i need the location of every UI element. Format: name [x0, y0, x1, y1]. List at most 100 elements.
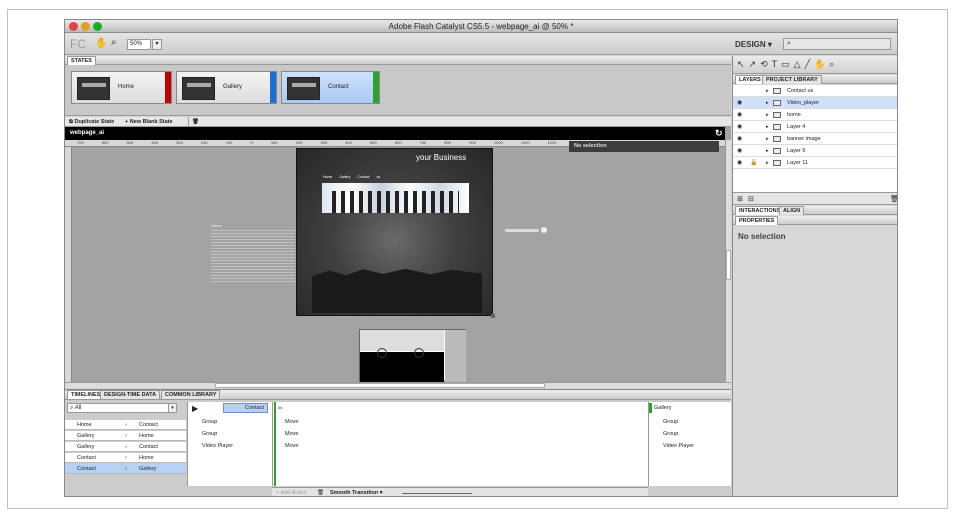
- new-sublayer-icon[interactable]: ⊟: [748, 195, 754, 203]
- add-action-button[interactable]: + Add Action: [276, 488, 307, 496]
- state-gallery[interactable]: Gallery: [176, 71, 277, 104]
- transform-tool-icon[interactable]: ⟲: [760, 59, 772, 69]
- hand-tool-icon[interactable]: ✋: [814, 59, 829, 69]
- timeline-track-area[interactable]: 0s Move Move Move: [272, 402, 648, 486]
- smooth-transition-button[interactable]: Smooth Transition ▾: [330, 488, 383, 496]
- tab-timelines[interactable]: TIMELINES: [67, 390, 105, 399]
- zoom-tool-icon[interactable]: ⌕: [111, 37, 117, 48]
- preview-sidebar: [445, 330, 466, 383]
- video-player-icon[interactable]: [541, 227, 547, 233]
- transition-row[interactable]: Gallery › Contact: [65, 442, 186, 452]
- trash-icon[interactable]: 🗑: [317, 488, 324, 496]
- tab-align[interactable]: ALIGN: [779, 206, 805, 215]
- refresh-icon[interactable]: ↻: [715, 127, 723, 140]
- transition-row[interactable]: Contact › Home: [65, 453, 186, 463]
- timeline-action[interactable]: Move: [285, 419, 298, 425]
- layer-row-selected[interactable]: ◉ ▸ Video_player: [733, 97, 897, 109]
- play-icon[interactable]: ▶: [192, 404, 198, 413]
- state-thumbnail: [77, 77, 110, 100]
- vertical-scrollbar[interactable]: [725, 140, 731, 382]
- eye-icon[interactable]: ◉: [737, 97, 742, 109]
- timeline-zoom-slider[interactable]: [402, 493, 472, 494]
- tab-states[interactable]: STATES: [67, 56, 96, 65]
- timeline-object[interactable]: Video Player: [202, 443, 233, 449]
- timeline-action[interactable]: Move: [285, 431, 298, 437]
- eye-icon[interactable]: ◉: [737, 109, 742, 121]
- state-preview-thumbnail: [359, 329, 466, 383]
- eye-icon[interactable]: ◉: [737, 145, 742, 157]
- playhead[interactable]: [274, 402, 276, 486]
- transition-row-selected[interactable]: Contact › Gallery: [65, 464, 186, 474]
- tab-interactions[interactable]: INTERACTIONS: [735, 206, 785, 215]
- search-icon: ⌕: [787, 40, 791, 47]
- webpage-artboard[interactable]: your Business Home Gallery Contact us: [296, 148, 495, 318]
- timeline-footer: + Add Action 🗑 Smooth Transition ▾: [272, 487, 648, 496]
- select-tool-icon[interactable]: ↖: [737, 59, 749, 69]
- trash-icon[interactable]: 🗑: [188, 117, 199, 127]
- folder-icon: [773, 112, 781, 118]
- document-tab: webpage_ai ↻: [65, 127, 725, 140]
- vertical-ruler: [65, 147, 72, 382]
- transition-row[interactable]: Gallery › Home: [65, 431, 186, 441]
- tab-project-library[interactable]: PROJECT LIBRARY: [762, 75, 822, 84]
- lock-icon[interactable]: 🔒: [750, 157, 757, 169]
- layer-row[interactable]: ◉ ▸ banner image: [733, 133, 897, 145]
- horizontal-scroll-thumb[interactable]: [215, 383, 545, 388]
- shape-tool-icon[interactable]: △: [794, 59, 805, 69]
- home-side-text: [211, 230, 295, 284]
- timeline-object[interactable]: Group: [663, 431, 678, 437]
- timeline-object[interactable]: Video Player: [663, 443, 694, 449]
- timeline-object[interactable]: Group: [202, 431, 217, 437]
- layer-row[interactable]: ◉ ▸ home: [733, 109, 897, 121]
- video-progress-bar[interactable]: [505, 229, 539, 232]
- timeline-action[interactable]: Move: [285, 443, 298, 449]
- transition-row[interactable]: Home › Contact: [65, 420, 186, 430]
- layer-name: Layer 9: [787, 148, 806, 154]
- timeline-object[interactable]: Group: [202, 419, 217, 425]
- trash-icon[interactable]: 🗑: [890, 195, 897, 203]
- layer-row[interactable]: ◉ ▸ Layer 9: [733, 145, 897, 157]
- zoom-level-input[interactable]: 50%: [127, 39, 151, 50]
- line-tool-icon[interactable]: ╱: [805, 59, 814, 69]
- new-blank-state-label: New Blank State: [129, 119, 173, 125]
- timeline-filter-input[interactable]: ⌕ All: [67, 403, 177, 413]
- target-state-label[interactable]: Gallery: [654, 405, 671, 411]
- folder-icon: [773, 136, 781, 142]
- tab-common-library[interactable]: COMMON LIBRARY: [161, 390, 221, 399]
- tab-layers[interactable]: LAYERS: [735, 75, 765, 84]
- workspace-switcher[interactable]: DESIGN ▾: [735, 40, 772, 49]
- search-input[interactable]: ⌕: [783, 38, 891, 50]
- horizontal-scrollbar[interactable]: [65, 382, 731, 388]
- zoom-tool-icon[interactable]: ⌕: [829, 59, 838, 69]
- timeline-object[interactable]: Group: [663, 419, 678, 425]
- rectangle-tool-icon[interactable]: ▭: [781, 59, 794, 69]
- banner-image[interactable]: [322, 183, 469, 213]
- layer-row[interactable]: ◉ ▸ Layer 4: [733, 121, 897, 133]
- layer-row[interactable]: ▸ Contact us: [733, 85, 897, 97]
- minimize-icon[interactable]: [81, 22, 90, 31]
- source-state-chip[interactable]: Contact: [223, 403, 268, 413]
- filter-dropdown-icon[interactable]: ▾: [168, 403, 177, 413]
- direct-select-tool-icon[interactable]: ↗: [749, 59, 761, 69]
- tab-properties[interactable]: PROPERTIES: [735, 216, 779, 225]
- new-layer-icon[interactable]: ⊞: [737, 195, 743, 203]
- eye-icon[interactable]: ◉: [737, 157, 742, 169]
- eye-icon[interactable]: ◉: [737, 121, 742, 133]
- hand-tool-icon[interactable]: ✋: [95, 38, 107, 49]
- zoom-dropdown-icon[interactable]: ▾: [152, 39, 162, 50]
- title-bar: Adobe Flash Catalyst CS5.5 - webpage_ai …: [65, 20, 897, 33]
- new-blank-state-button[interactable]: + New Blank State: [125, 117, 173, 127]
- duplicate-state-button[interactable]: ⧉ Duplicate State: [69, 117, 114, 127]
- state-home[interactable]: Home: [71, 71, 172, 104]
- tab-design-time-data[interactable]: DESIGN-TIME DATA: [100, 390, 161, 399]
- eye-icon[interactable]: ◉: [737, 133, 742, 145]
- text-tool-icon[interactable]: T: [772, 59, 782, 69]
- preview-bottom: [360, 352, 444, 383]
- layer-row[interactable]: ◉ 🔒 ▸ Layer 11: [733, 157, 897, 169]
- zoom-icon[interactable]: [93, 22, 102, 31]
- state-contact[interactable]: Contact: [281, 71, 380, 104]
- resize-handle[interactable]: [491, 314, 495, 318]
- close-icon[interactable]: [69, 22, 78, 31]
- artboard-canvas[interactable]: webpage_ai ↻ 700 600 500 400 300 200 100…: [65, 127, 731, 388]
- vertical-scroll-thumb[interactable]: [726, 250, 731, 280]
